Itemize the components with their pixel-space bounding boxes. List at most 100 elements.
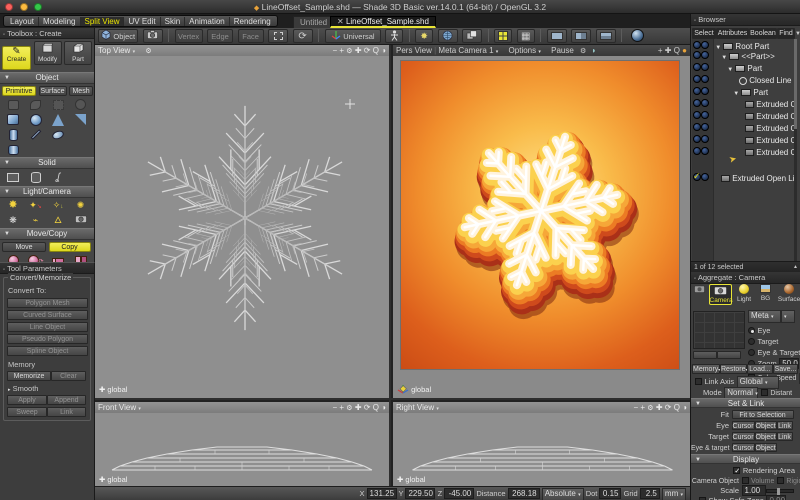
tree-label[interactable]: Root Part xyxy=(735,42,769,51)
panel-collapse-icon[interactable]: ◦ xyxy=(3,32,5,38)
visibility-toggle[interactable] xyxy=(693,41,701,49)
tab-animation[interactable]: Animation xyxy=(185,17,230,26)
solid-box-button[interactable] xyxy=(3,170,23,185)
toolbox-header[interactable]: ◦ Toolbox : Create xyxy=(0,28,94,39)
background-tool-button[interactable] xyxy=(438,29,458,43)
mesh-tab[interactable]: Mesh xyxy=(69,86,93,96)
tree-label[interactable]: Closed Line xyxy=(749,76,791,85)
z-value[interactable]: -45.00 xyxy=(444,488,474,499)
visibility-toggle[interactable] xyxy=(693,75,701,83)
rotate-tool-button[interactable]: ⟳ xyxy=(293,29,313,43)
camera-mode-button[interactable] xyxy=(143,29,163,43)
front-viewport[interactable]: Front View ▾ − + ⚙ ✚ ⟳ Q ◑ ✚ global xyxy=(95,400,389,486)
options-menu[interactable]: Options ▾ xyxy=(509,46,541,55)
tree-label[interactable]: Extruded Closed xyxy=(756,148,797,157)
tool-icon-dim-4[interactable] xyxy=(71,97,91,112)
cone-primitive-button[interactable] xyxy=(48,112,68,127)
tube-primitive-button[interactable] xyxy=(3,142,23,157)
doc-tab-untitled[interactable]: Untitled xyxy=(293,16,334,28)
browser-tab-select[interactable]: Select xyxy=(692,28,716,39)
render-toggle[interactable] xyxy=(701,173,709,181)
pan-icon[interactable]: ✚ xyxy=(656,403,663,412)
pan-icon[interactable]: ✚ xyxy=(355,403,362,412)
tree-row[interactable]: ➤ xyxy=(691,159,797,173)
shade-mode-icon[interactable]: ◑ xyxy=(682,403,687,412)
tab-surface[interactable]: Surface xyxy=(777,284,800,303)
panel-collapse-icon[interactable]: ◦ xyxy=(694,276,696,282)
load-button[interactable]: Load... xyxy=(747,364,773,374)
eyetarget-object-button[interactable]: Object xyxy=(755,443,777,452)
tree-label[interactable]: Extruded Closed xyxy=(756,100,797,109)
zoom-in-icon[interactable]: + xyxy=(339,46,344,55)
visibility-toggle[interactable] xyxy=(693,87,701,95)
pan-icon[interactable]: ✚ xyxy=(355,46,362,55)
camera-preview-right-button[interactable] xyxy=(717,351,741,359)
camera-sub-dropdown[interactable]: ▾ xyxy=(781,310,795,323)
tab-uv-edit[interactable]: UV Edit xyxy=(124,17,160,26)
tree-row[interactable]: Extruded Closed xyxy=(691,99,797,111)
render-toggle[interactable] xyxy=(701,135,709,143)
eye-cursor-button[interactable]: Cursor xyxy=(732,421,755,430)
top-viewport[interactable]: Top View ▾ ⚙ − + ⚙ ✚ ⟳ Q ◑ xyxy=(95,45,389,398)
tree-row[interactable]: Extruded Closed xyxy=(691,123,797,135)
distant-light-button[interactable]: ✧↓ xyxy=(48,198,68,213)
memory-button[interactable]: Memory▾ xyxy=(692,364,720,374)
shade-mode-icon[interactable]: ◑ xyxy=(381,403,386,412)
tab-modeling[interactable]: Modeling xyxy=(39,17,80,26)
tree-row[interactable]: ▼ Part xyxy=(691,63,797,75)
zoom-tool-icon[interactable]: Q xyxy=(674,403,680,412)
save-button[interactable]: Save... xyxy=(773,364,798,374)
disc-primitive-button[interactable] xyxy=(48,127,68,142)
tab-split-view[interactable]: Split View xyxy=(81,17,125,26)
tab-rendering[interactable]: Rendering xyxy=(230,17,275,26)
rendering-area-checkbox[interactable]: ✓ xyxy=(733,467,740,474)
vertex-mode-button[interactable]: Vertex xyxy=(175,29,203,43)
browser-scrollbar[interactable] xyxy=(794,39,797,261)
pers-view-selector[interactable]: Pers View xyxy=(396,46,432,55)
tree-label[interactable]: Extruded Open Line xyxy=(732,174,797,183)
tree-row[interactable]: Extruded Closed xyxy=(691,135,797,147)
gear-icon[interactable]: ⚙ xyxy=(580,48,586,55)
camera-small-tab[interactable] xyxy=(692,284,706,295)
quad-view-button[interactable] xyxy=(494,29,512,43)
camera-meta-dropdown[interactable]: Meta ▾ xyxy=(748,310,781,323)
convert-polygon-mesh-button[interactable]: Polygon Mesh xyxy=(7,298,88,308)
target-link-button[interactable]: Link xyxy=(777,432,793,441)
part-mode-button[interactable]: Part xyxy=(64,41,92,65)
eye-radio[interactable] xyxy=(748,327,755,334)
ambient-light-button[interactable]: ❋ xyxy=(3,213,23,228)
solid-cylinder-button[interactable] xyxy=(26,170,46,185)
safe-zone-field[interactable]: 0.90 xyxy=(766,495,786,500)
grid-value[interactable]: 2.5 xyxy=(640,488,660,499)
panel-collapse-icon[interactable]: ◦ xyxy=(3,267,5,273)
fire-light-button[interactable]: 🜂 xyxy=(48,213,68,228)
camera-selector[interactable]: Meta Camera 1 ▾ xyxy=(438,46,498,55)
memorize-button[interactable]: Memorize xyxy=(7,371,51,381)
browser-tab-attributes[interactable]: Attributes xyxy=(716,28,749,39)
front-view-selector[interactable]: Front View ▾ xyxy=(98,403,141,412)
camera-path-preview[interactable] xyxy=(693,311,745,349)
coordinate-mode-dropdown[interactable]: Absolute ▾ xyxy=(542,488,584,500)
browser-tab-find[interactable]: Find xyxy=(777,28,795,39)
eye-object-button[interactable]: Object xyxy=(755,421,777,430)
convert-line-object-button[interactable]: Line Object xyxy=(7,322,88,332)
close-icon[interactable]: ✕ xyxy=(337,17,344,26)
zoom-in-icon[interactable]: + xyxy=(640,403,645,412)
rotate-view-icon[interactable]: ⟳ xyxy=(665,403,672,412)
tool-icon-dim-2[interactable] xyxy=(26,97,46,112)
tree-label[interactable]: Extruded Closed xyxy=(756,136,797,145)
unit-dropdown[interactable]: mm ▾ xyxy=(662,488,686,500)
tree-label[interactable]: Extruded Closed xyxy=(756,124,797,133)
zoom-in-icon[interactable]: + xyxy=(339,403,344,412)
gear-icon[interactable]: ⚙ xyxy=(346,48,352,55)
visibility-toggle[interactable] xyxy=(693,123,701,131)
right-view-selector[interactable]: Right View ▾ xyxy=(396,403,439,412)
link-axis-checkbox[interactable] xyxy=(695,378,702,385)
object-mode-button[interactable]: Object xyxy=(98,29,138,43)
eye-link-button[interactable]: Link xyxy=(777,421,793,430)
gear-icon[interactable]: ⚙ xyxy=(145,48,151,55)
tab-bg[interactable]: BG xyxy=(757,284,775,302)
tree-label[interactable]: Part xyxy=(753,88,768,97)
visibility-toggle[interactable] xyxy=(693,147,701,155)
render-toggle[interactable] xyxy=(701,63,709,71)
